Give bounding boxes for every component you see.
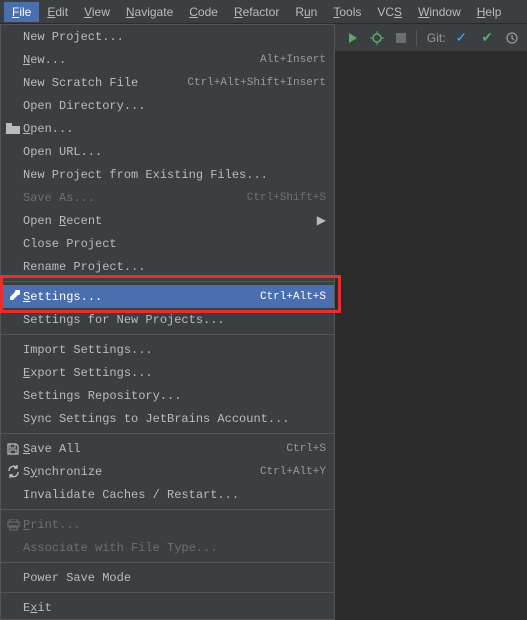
menubar-item-help[interactable]: Help: [469, 2, 510, 22]
menu-item-label: Sync Settings to JetBrains Account...: [23, 412, 326, 426]
menu-item-new[interactable]: New... Alt+Insert: [1, 48, 334, 71]
menu-item-import-settings[interactable]: Import Settings...: [1, 338, 334, 361]
menu-item-shortcut: Ctrl+Alt+S: [260, 291, 326, 303]
git-update-icon[interactable]: ✓: [456, 29, 468, 46]
menu-item-label: New Project from Existing Files...: [23, 168, 326, 182]
submenu-arrow-icon: ▶: [317, 213, 326, 228]
menu-separator: [1, 592, 334, 593]
menu-item-label: New...: [23, 53, 250, 67]
menu-item-settings[interactable]: Settings... Ctrl+Alt+S: [1, 285, 334, 308]
menubar-item-vcs[interactable]: VCS: [369, 2, 410, 22]
menu-item-new-from-existing[interactable]: New Project from Existing Files...: [1, 163, 334, 186]
menu-item-settings-repository[interactable]: Settings Repository...: [1, 384, 334, 407]
print-icon: [5, 519, 21, 531]
menu-item-label: Open...: [23, 122, 326, 136]
menu-item-new-project[interactable]: New Project...: [1, 25, 334, 48]
menu-item-invalidate-caches[interactable]: Invalidate Caches / Restart...: [1, 483, 334, 506]
separator: [416, 30, 417, 46]
menu-item-exit[interactable]: Exit: [1, 596, 334, 619]
menu-item-label: Open Directory...: [23, 99, 326, 113]
menu-item-rename-project[interactable]: Rename Project...: [1, 255, 334, 278]
menubar-item-run[interactable]: Run: [287, 2, 325, 22]
menu-item-synchronize[interactable]: Synchronize Ctrl+Alt+Y: [1, 460, 334, 483]
menubar-item-code[interactable]: Code: [181, 2, 226, 22]
menu-separator: [1, 281, 334, 282]
stop-icon[interactable]: [392, 29, 410, 47]
menu-item-label: Close Project: [23, 237, 326, 251]
menu-item-label: Save All: [23, 442, 276, 456]
menu-item-shortcut: Ctrl+Alt+Shift+Insert: [187, 77, 326, 89]
menu-separator: [1, 562, 334, 563]
file-menu-dropdown: New Project... New... Alt+Insert New Scratc…: [0, 24, 335, 620]
menu-item-label: Save As...: [23, 191, 237, 205]
menu-item-label: Import Settings...: [23, 343, 326, 357]
menu-separator: [1, 334, 334, 335]
menu-item-shortcut: Ctrl+Shift+S: [247, 192, 326, 204]
menu-item-label: Associate with File Type...: [23, 541, 326, 555]
menubar-item-view[interactable]: View: [76, 2, 118, 22]
menu-item-close-project[interactable]: Close Project: [1, 232, 334, 255]
menu-item-label: Synchronize: [23, 465, 250, 479]
menu-item-label: New Scratch File: [23, 76, 177, 90]
menu-item-export-settings[interactable]: Export Settings...: [1, 361, 334, 384]
menu-item-label: Power Save Mode: [23, 571, 326, 585]
menu-item-save-as: Save As... Ctrl+Shift+S: [1, 186, 334, 209]
menu-item-open-url[interactable]: Open URL...: [1, 140, 334, 163]
menu-item-print: Print...: [1, 513, 334, 536]
git-commit-icon[interactable]: ✔: [481, 29, 493, 46]
sync-icon: [5, 465, 21, 478]
menu-item-label: New Project...: [23, 30, 326, 44]
menu-item-label: Open URL...: [23, 145, 326, 159]
menubar-item-refactor[interactable]: Refactor: [226, 2, 287, 22]
menu-item-label: Invalidate Caches / Restart...: [23, 488, 326, 502]
menu-item-label: Rename Project...: [23, 260, 326, 274]
menu-item-label: Exit: [23, 601, 326, 615]
menubar-item-window[interactable]: Window: [410, 2, 469, 22]
menu-item-new-scratch-file[interactable]: New Scratch File Ctrl+Alt+Shift+Insert: [1, 71, 334, 94]
menu-item-label: Export Settings...: [23, 366, 326, 380]
menu-item-label: Open Recent: [23, 214, 307, 228]
debug-icon[interactable]: [368, 29, 386, 47]
menu-item-settings-new-projects[interactable]: Settings for New Projects...: [1, 308, 334, 331]
menu-item-shortcut: Ctrl+Alt+Y: [260, 466, 326, 478]
menu-item-associate-file-type: Associate with File Type...: [1, 536, 334, 559]
git-label: Git:: [427, 31, 446, 45]
git-history-icon[interactable]: [503, 29, 521, 47]
menu-item-label: Settings...: [23, 290, 250, 304]
menu-item-sync-settings[interactable]: Sync Settings to JetBrains Account...: [1, 407, 334, 430]
run-icon[interactable]: [344, 29, 362, 47]
wrench-icon: [5, 290, 21, 303]
menubar: FileEditViewNavigateCodeRefactorRunTools…: [0, 0, 527, 24]
menubar-item-tools[interactable]: Tools: [325, 2, 369, 22]
menubar-item-navigate[interactable]: Navigate: [118, 2, 181, 22]
menu-separator: [1, 433, 334, 434]
menu-item-open[interactable]: Open...: [1, 117, 334, 140]
menu-item-shortcut: Ctrl+S: [286, 443, 326, 455]
menu-item-label: Settings Repository...: [23, 389, 326, 403]
menu-item-save-all[interactable]: Save All Ctrl+S: [1, 437, 334, 460]
folder-icon: [5, 123, 21, 135]
menu-item-shortcut: Alt+Insert: [260, 54, 326, 66]
menu-item-power-save-mode[interactable]: Power Save Mode: [1, 566, 334, 589]
menu-separator: [1, 509, 334, 510]
save-icon: [5, 443, 21, 455]
menubar-item-edit[interactable]: Edit: [39, 2, 76, 22]
menu-item-label: Settings for New Projects...: [23, 313, 326, 327]
menu-item-label: Print...: [23, 518, 326, 532]
menu-item-open-recent[interactable]: Open Recent ▶: [1, 209, 334, 232]
menu-item-open-directory[interactable]: Open Directory...: [1, 94, 334, 117]
menubar-item-file[interactable]: File: [4, 2, 39, 22]
